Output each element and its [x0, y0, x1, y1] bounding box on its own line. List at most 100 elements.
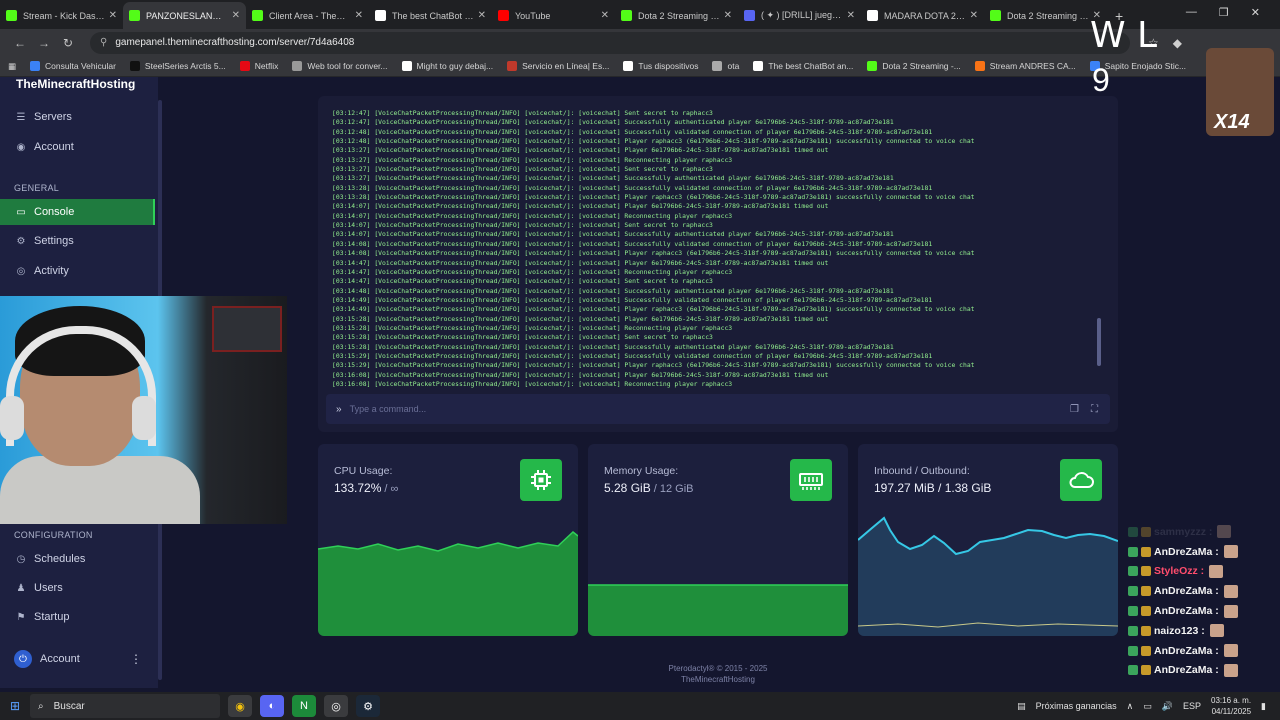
sidebar-item-console[interactable]: ▭ Console [0, 199, 155, 225]
steam-app-icon[interactable]: ⚙ [356, 695, 380, 717]
browser-tab[interactable]: MADARA DOTA 2 - B ✕ [861, 2, 984, 29]
win-loss-header: W L [1090, 15, 1158, 56]
close-tab-icon[interactable]: ✕ [109, 10, 117, 21]
forward-icon[interactable]: → [32, 36, 56, 50]
close-tab-icon[interactable]: ✕ [232, 10, 240, 21]
sidebar-item-servers[interactable]: ☰ Servers [0, 104, 155, 130]
sidebar-item-users[interactable]: ♟ Users [0, 575, 155, 601]
sidebar-item-label: Activity [34, 265, 69, 277]
bookmark-item[interactable]: Web tool for conver... [292, 61, 388, 71]
bookmark-item[interactable]: Servicio en Línea| Es... [507, 61, 609, 71]
browser-tab-strip: Stream - Kick Dashbo✕PANZONESLAND | Co✕C… [0, 0, 1280, 29]
bookmark-item[interactable]: The best ChatBot an... [753, 61, 853, 71]
extension-icon[interactable]: ◆ [1173, 36, 1182, 50]
url-field[interactable]: ⚲ gamepanel.theminecrafthosting.com/serv… [90, 31, 1130, 54]
bookmark-label: Servicio en Línea| Es... [522, 61, 610, 71]
browser-tab[interactable]: YouTube ✕ [492, 2, 615, 29]
account-menu[interactable]: ⏻ Account ⋮ [14, 650, 142, 668]
chat-username: AnDreZaMa : [1154, 664, 1219, 677]
bookmark-item[interactable]: Consulta Vehicular [30, 61, 116, 71]
tab-title: Dota 2 Streaming - L [638, 10, 720, 21]
sidebar-item-activity[interactable]: ◎ Activity [0, 258, 155, 284]
console-scrollbar[interactable] [1097, 318, 1101, 366]
volume-icon[interactable]: 🔊 [1162, 701, 1173, 712]
close-tab-icon[interactable]: ✕ [355, 10, 363, 21]
obs-app-icon[interactable]: ◎ [324, 695, 348, 717]
console-line: [03:14:08] [VoiceChatPacketProcessingThr… [332, 239, 933, 248]
more-options-icon[interactable]: ⋮ [130, 652, 142, 666]
browser-tab[interactable]: ( ✦ ) [DRILL] juego de ✕ [738, 2, 861, 29]
browser-tab[interactable]: Dota 2 Streaming - L ✕ [984, 2, 1107, 29]
bookmark-item[interactable]: ota [712, 61, 739, 71]
sidebar-item-label: Servers [34, 111, 72, 123]
server-console: [03:12:47] [VoiceChatPacketProcessingThr… [318, 96, 1118, 432]
close-window-icon[interactable]: ✕ [1251, 6, 1260, 19]
bookmark-favicon-icon [30, 61, 41, 71]
copy-icon[interactable]: ❐ [1070, 404, 1079, 415]
sidebar-item-startup[interactable]: ⚑ Startup [0, 604, 155, 630]
news-label[interactable]: Próximas ganancias [1036, 701, 1117, 711]
browser-tab[interactable]: The best ChatBot an ✕ [369, 2, 492, 29]
chat-emote-icon [1223, 584, 1238, 598]
network-tray-icon[interactable]: ▭ [1143, 701, 1152, 712]
sidebar-item-account[interactable]: ◉ Account [0, 134, 155, 160]
tray-chevron-icon[interactable]: ∧ [1127, 701, 1134, 712]
servers-icon: ☰ [16, 111, 26, 123]
console-line: [03:13:27] [VoiceChatPacketProcessingThr… [332, 146, 829, 155]
console-line: [03:14:47] [VoiceChatPacketProcessingThr… [332, 267, 733, 276]
taskbar-search[interactable]: ⌕ Buscar [30, 694, 220, 718]
chat-badge-icon [1128, 586, 1138, 597]
site-info-icon[interactable]: ⚲ [100, 37, 107, 48]
bookmark-item[interactable]: Netflix [239, 61, 278, 71]
bookmark-item[interactable]: Stream ANDRES CA... [974, 61, 1076, 71]
close-tab-icon[interactable]: ✕ [724, 10, 732, 21]
tab-favicon-icon [867, 10, 878, 21]
close-tab-icon[interactable]: ✕ [970, 10, 978, 21]
bookmark-item[interactable]: SteelSeries Arctis 5... [129, 61, 226, 71]
chat-username: sammyzzz : [1154, 525, 1213, 538]
bookmarks-bar: ▦ Consulta Vehicular SteelSeries Arctis 5… [0, 56, 1280, 77]
discord-app-icon[interactable]: ◐ [260, 695, 284, 717]
tab-title: Dota 2 Streaming - L [1007, 10, 1089, 21]
close-tab-icon[interactable]: ✕ [601, 10, 609, 21]
language-indicator[interactable]: ESP [1183, 701, 1201, 711]
nvidia-app-icon[interactable]: N [292, 695, 316, 717]
command-input-bar[interactable]: » Type a command... ❐ ⛶ [326, 394, 1110, 424]
console-line: [03:14:07] [VoiceChatPacketProcessingThr… [332, 230, 894, 239]
system-tray: ▤ Próximas ganancias ∧ ▭ 🔊 ESP 03:16 a. … [1017, 692, 1266, 720]
back-icon[interactable]: ← [8, 36, 32, 50]
minimize-icon[interactable]: — [1186, 6, 1197, 19]
reload-icon[interactable]: ↻ [56, 36, 80, 50]
console-log: [03:12:47] [VoiceChatPacketProcessingThr… [332, 109, 1092, 389]
chat-badge-icon [1128, 546, 1138, 557]
sidebar-item-settings[interactable]: ⚙ Settings [0, 228, 155, 254]
bookmark-item[interactable]: Dota 2 Streaming -... [867, 61, 961, 71]
console-line: [03:12:48] [VoiceChatPacketProcessingThr… [332, 127, 933, 136]
windows-start-icon[interactable]: ⊞ [0, 699, 30, 713]
chrome-app-icon[interactable]: ◉ [228, 695, 252, 717]
fullscreen-icon[interactable]: ⛶ [1091, 404, 1098, 415]
bookmark-item[interactable]: Might to guy debaj... [401, 61, 493, 71]
clock-date: 04/11/2025 [1211, 707, 1252, 716]
browser-tab[interactable]: Dota 2 Streaming - L ✕ [615, 2, 738, 29]
news-icon[interactable]: ▤ [1017, 701, 1026, 712]
console-line: [03:13:27] [VoiceChatPacketProcessingThr… [332, 174, 894, 183]
clock[interactable]: 03:16 a. m. 04/11/2025 [1211, 695, 1251, 717]
console-line: [03:13:28] [VoiceChatPacketProcessingThr… [332, 183, 933, 192]
browser-tab[interactable]: Stream - Kick Dashbo ✕ [0, 2, 123, 29]
sidebar-item-label: Users [34, 582, 63, 594]
sidebar-item-schedules[interactable]: ◷ Schedules [0, 546, 155, 572]
bookmark-item[interactable]: Tus dispositivos [623, 61, 698, 71]
browser-tab[interactable]: Client Area - TheMin ✕ [246, 2, 369, 29]
command-input[interactable]: Type a command... [350, 404, 1070, 414]
chat-message: naizo123 : [1128, 621, 1248, 641]
chat-message: AnDreZaMa : [1128, 661, 1248, 681]
restore-icon[interactable]: ❐ [1219, 6, 1229, 19]
browser-tab[interactable]: PANZONESLAND | Co ✕ [123, 2, 246, 29]
streamer-body [0, 456, 200, 524]
close-tab-icon[interactable]: ✕ [478, 10, 486, 21]
apps-icon[interactable]: ▦ [8, 61, 16, 72]
close-tab-icon[interactable]: ✕ [847, 10, 855, 21]
memory-usage-graph [588, 584, 848, 636]
notifications-icon[interactable]: ▮ [1261, 701, 1266, 712]
